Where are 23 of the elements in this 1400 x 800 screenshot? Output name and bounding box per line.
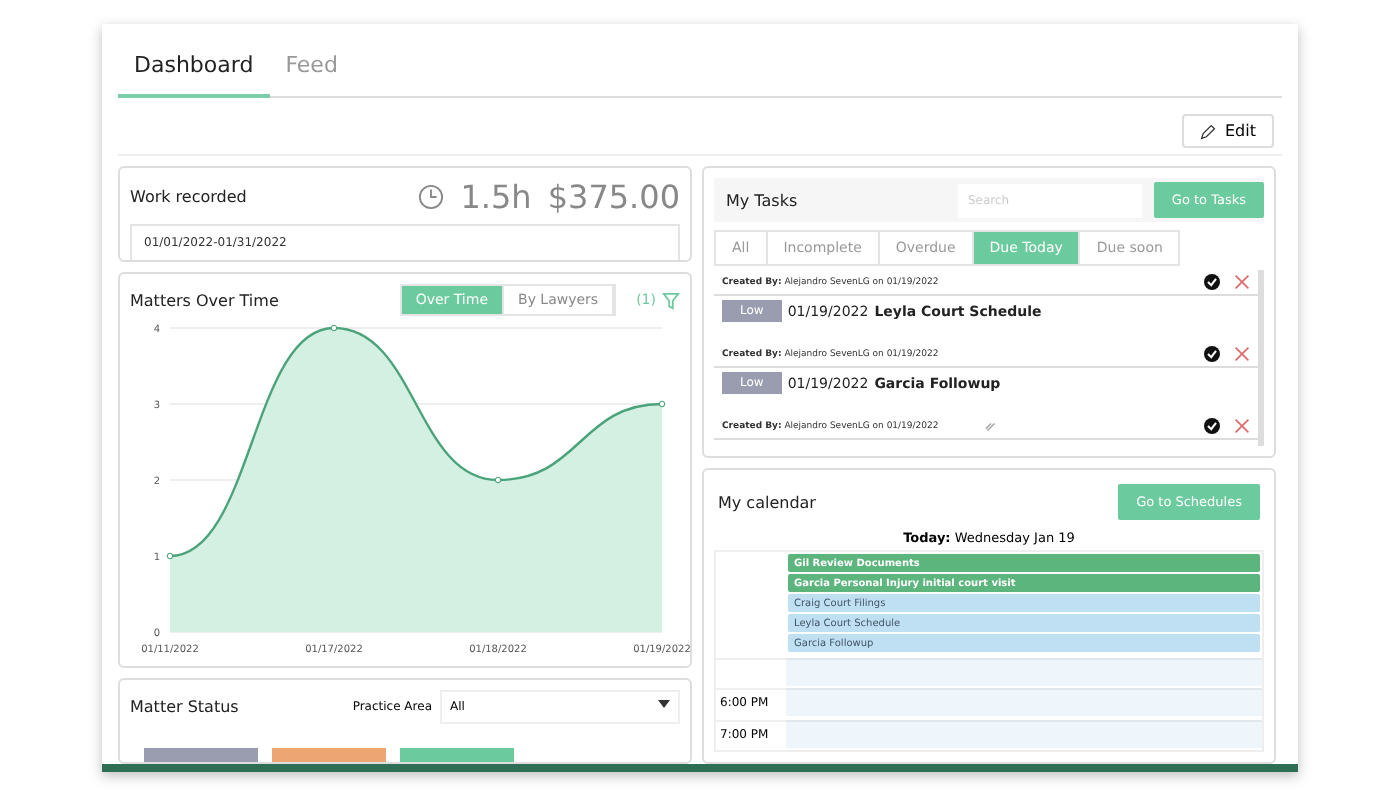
tab[interactable]: Feed [269,44,354,98]
clock-icon [418,184,445,210]
amount-value: $375.00 [547,178,680,216]
card-title: My calendar [718,493,816,511]
pencil-icon [1199,123,1215,139]
time-slot[interactable] [786,688,1262,716]
card-title: Matters Over Time [130,291,279,309]
card-title: Work recorded [130,188,247,206]
close-icon[interactable] [1234,418,1250,434]
caret-icon [658,700,670,708]
time-slot[interactable] [786,657,1262,685]
card-title: My Tasks [726,191,800,209]
check-icon[interactable] [1204,274,1220,290]
close-icon[interactable] [1234,346,1250,362]
edit-button[interactable]: Edit [1181,114,1274,148]
card-title: Matter Status [130,698,239,716]
hours-value: 1.5h [460,178,532,216]
tab[interactable]: Dashboard [118,44,270,98]
check-icon[interactable] [1204,346,1220,362]
check-icon[interactable] [1204,418,1220,434]
close-icon[interactable] [1234,274,1250,290]
time-slot[interactable] [786,719,1262,747]
filter-icon[interactable] [662,291,680,309]
